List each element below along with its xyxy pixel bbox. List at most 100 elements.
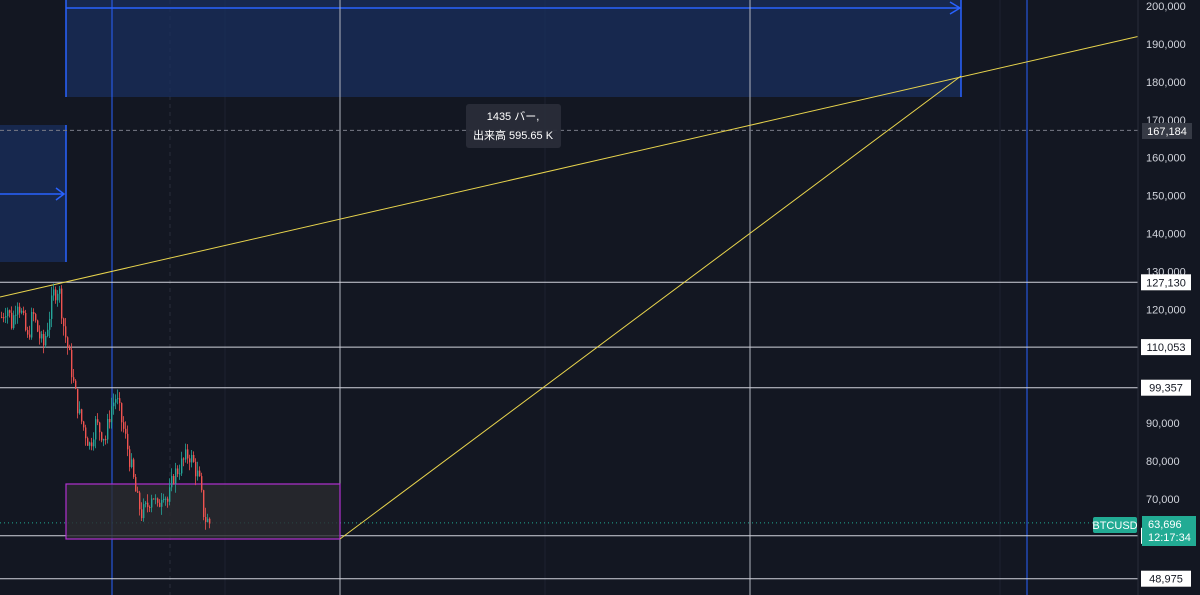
crosshair-price-label: 167,184 — [1147, 126, 1187, 138]
candle-body — [71, 350, 73, 378]
price-tick-label: 80,000 — [1146, 456, 1180, 468]
candle-body — [27, 330, 29, 335]
candle-body — [79, 409, 81, 414]
price-tick-label: 180,000 — [1146, 77, 1186, 89]
level-tag-label: 99,357 — [1149, 383, 1183, 395]
candle-body — [207, 518, 209, 522]
candle-body — [121, 403, 123, 423]
candle-body — [105, 439, 107, 441]
candle-body — [181, 458, 183, 474]
price-chart-canvas[interactable]: 200,000190,000180,000170,000160,000150,0… — [0, 0, 1200, 595]
candle-body — [119, 398, 121, 404]
candle-body — [13, 315, 15, 329]
price-tick-label: 200,000 — [1146, 1, 1186, 13]
candle-body — [89, 442, 91, 446]
symbol-tag-label: BTCUSD — [1092, 520, 1137, 532]
level-tag-label: 110,053 — [1147, 342, 1186, 354]
price-projection-box-top[interactable] — [66, 0, 961, 97]
candle-body — [73, 377, 75, 381]
candle-body — [175, 468, 177, 484]
candle-body — [109, 419, 111, 423]
candle-body — [167, 498, 169, 502]
candle-body — [199, 470, 201, 477]
candle-body — [1, 317, 3, 318]
candle-body — [183, 458, 185, 460]
tooltip-volume: 出来高 595.65 K — [473, 128, 554, 142]
candle-body — [189, 458, 191, 463]
candle-body — [7, 310, 9, 317]
candle-body — [187, 449, 189, 459]
candle-body — [131, 459, 133, 467]
last-price-label: 63,696 — [1148, 519, 1182, 531]
candle-body — [163, 498, 165, 500]
crosshair-price-tag: 167,184 — [1142, 123, 1192, 139]
price-tick-label: 120,000 — [1146, 304, 1186, 316]
candle-body — [133, 459, 135, 477]
candle-body — [165, 498, 167, 500]
candle-body — [21, 310, 23, 313]
candle-body — [201, 476, 203, 491]
candle-body — [93, 439, 95, 447]
candle-body — [97, 419, 99, 423]
candle-body — [191, 455, 193, 463]
candle-body — [159, 502, 161, 507]
price-axis[interactable]: 200,000190,000180,000170,000160,000150,0… — [1137, 0, 1200, 595]
candle-body — [117, 398, 119, 400]
candle-body — [205, 517, 207, 522]
candle-body — [3, 317, 5, 319]
candle-body — [103, 439, 105, 441]
candle-body — [19, 306, 21, 313]
candle-body — [23, 310, 25, 313]
candle-body — [111, 406, 113, 423]
candle-body — [209, 518, 211, 524]
candle-body — [69, 347, 71, 350]
candle-body — [47, 329, 49, 336]
candle-body — [43, 334, 45, 346]
tooltip-bars-count: 1435 バー, — [487, 110, 540, 123]
candle-body — [99, 422, 101, 433]
candle-body — [51, 295, 53, 319]
candle-body — [157, 498, 159, 503]
candle-body — [33, 312, 35, 315]
candle-body — [11, 312, 13, 329]
candle-body — [169, 487, 171, 502]
price-tick-label: 190,000 — [1146, 39, 1186, 51]
candle-body — [63, 318, 65, 327]
candle-body — [9, 310, 11, 313]
candle-body — [101, 432, 103, 441]
trading-chart[interactable]: 200,000 190,000 180,000 170,000 160,000 150,0… — [0, 0, 1200, 595]
candle-body — [25, 313, 27, 331]
candle-body — [139, 492, 141, 510]
candle-body — [31, 312, 33, 338]
candle-body — [177, 468, 179, 475]
candle-body — [57, 293, 59, 301]
candle-body — [17, 306, 19, 315]
candle-body — [203, 490, 205, 517]
candle-body — [55, 289, 57, 301]
price-tick-label: 90,000 — [1146, 418, 1180, 430]
price-tick-label: 150,000 — [1146, 191, 1186, 203]
candle-body — [15, 314, 17, 316]
candle-body — [59, 288, 61, 294]
candle-body — [143, 504, 145, 519]
candle-body — [149, 507, 151, 508]
price-tick-label: 160,000 — [1146, 153, 1186, 165]
candle-body — [135, 477, 137, 492]
candle-body — [29, 334, 31, 338]
candle-body — [77, 388, 79, 414]
candle-body — [91, 442, 93, 447]
candle-body — [115, 399, 117, 403]
candle-body — [195, 461, 197, 477]
candle-body — [171, 476, 173, 488]
candle-body — [87, 438, 89, 446]
bars-range-tooltip: 1435 バー, 出来高 595.65 K — [466, 104, 561, 148]
candle-body — [39, 331, 41, 339]
bar-countdown-label: 12:17:34 — [1148, 532, 1191, 544]
candle-body — [81, 409, 83, 422]
level-tag-label: 48,975 — [1149, 574, 1183, 586]
candle-body — [65, 326, 67, 338]
price-tick-label: 140,000 — [1146, 229, 1186, 241]
candle-body — [153, 498, 155, 500]
candle-body — [197, 470, 199, 477]
candle-body — [35, 314, 37, 321]
